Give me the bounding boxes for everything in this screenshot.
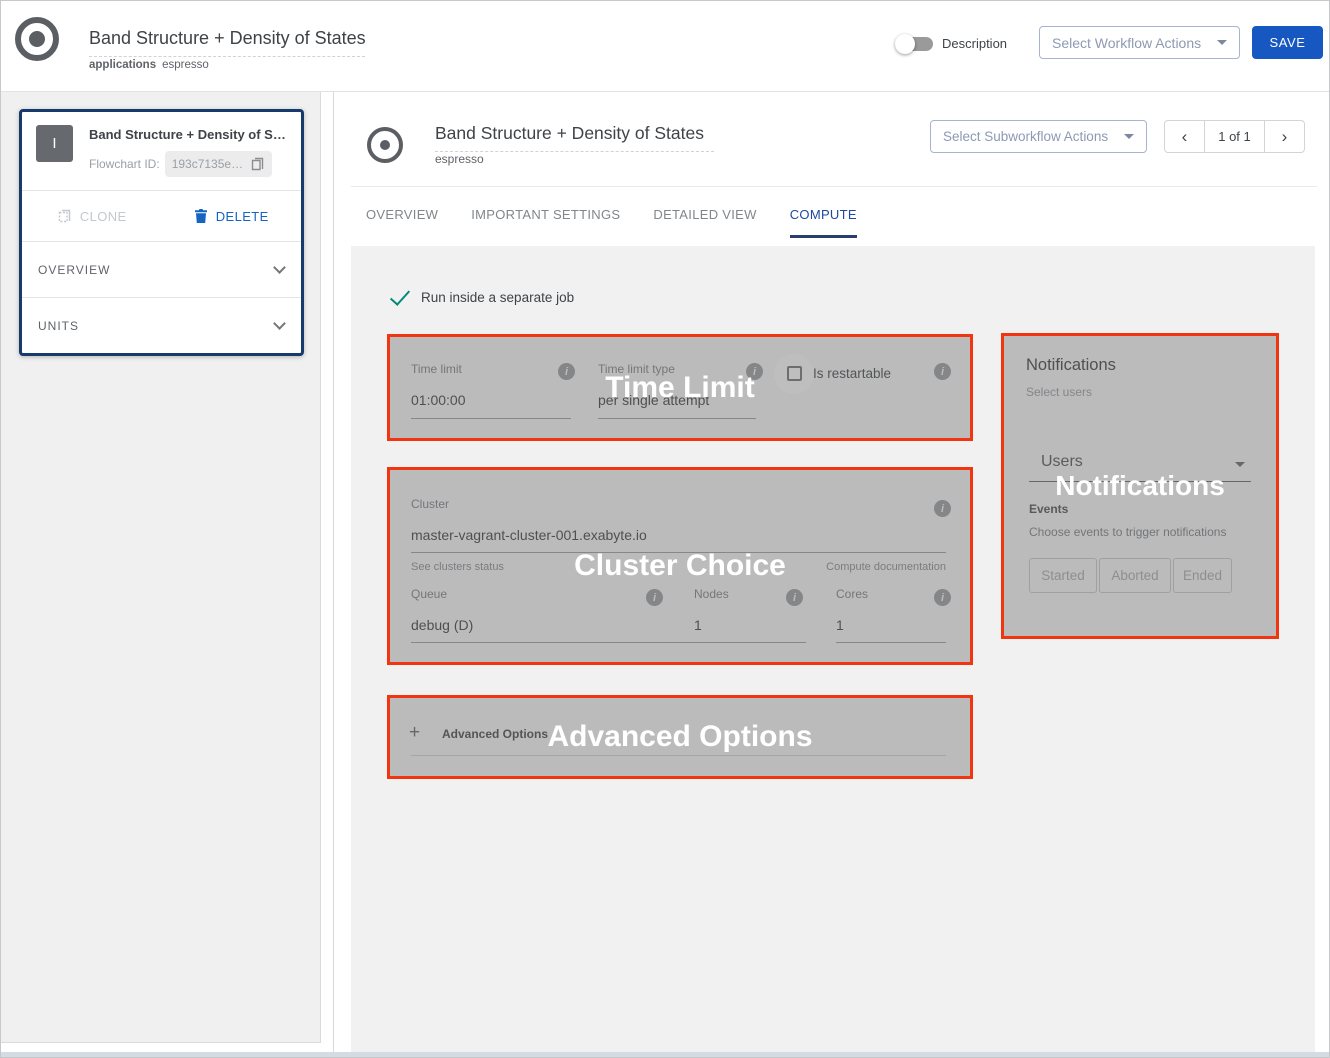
annotation-label: Notifications <box>1055 470 1225 502</box>
tab-detailed-view[interactable]: DETAILED VIEW <box>653 191 756 238</box>
subworkflow-tabs: OVERVIEW IMPORTANT SETTINGS DETAILED VIE… <box>366 191 857 238</box>
tab-important-settings[interactable]: IMPORTANT SETTINGS <box>471 191 620 238</box>
tab-overview[interactable]: OVERVIEW <box>366 191 438 238</box>
flowchart-id-chip[interactable]: 193c7135e… <box>165 151 272 177</box>
workflow-actions-label: Select Workflow Actions <box>1052 35 1201 51</box>
run-separate-job-label: Run inside a separate job <box>421 290 574 305</box>
unit-card-header: I Band Structure + Density of S… Flowcha… <box>22 112 301 190</box>
annotation-box-advanced-options: Advanced Options <box>387 695 973 779</box>
units-section-label: UNITS <box>38 319 79 333</box>
workflow-logo-icon <box>15 17 59 61</box>
flowchart-id-label: Flowchart ID: <box>89 157 160 171</box>
caret-down-icon <box>1217 40 1227 45</box>
subworkflow-pager: ‹ 1 of 1 › <box>1164 120 1305 153</box>
unit-title: Band Structure + Density of S… <box>89 127 286 142</box>
pager-prev-button[interactable]: ‹ <box>1164 120 1205 153</box>
annotation-box-notifications: Notifications <box>1001 333 1279 639</box>
delete-label: DELETE <box>216 209 269 224</box>
divider <box>351 186 1317 187</box>
flowchart-id-value: 193c7135e… <box>172 157 243 171</box>
unit-avatar: I <box>36 125 73 162</box>
selected-unit-card[interactable]: I Band Structure + Density of S… Flowcha… <box>19 109 304 356</box>
pager-label: 1 of 1 <box>1204 120 1265 153</box>
save-button[interactable]: SAVE <box>1252 26 1323 59</box>
annotation-label: Time Limit <box>605 371 754 405</box>
overview-section-label: OVERVIEW <box>38 263 110 277</box>
workflow-actions-select[interactable]: Select Workflow Actions <box>1039 26 1240 59</box>
caret-down-icon <box>1124 134 1134 139</box>
subworkflow-icon <box>367 127 403 163</box>
window-bottom-edge <box>1 1052 1330 1058</box>
annotation-box-cluster-choice: Cluster Choice <box>387 467 973 665</box>
delete-button[interactable]: DELETE <box>162 191 302 241</box>
annotation-box-time-limit: Time Limit <box>387 334 973 441</box>
sidebar-section-units[interactable]: UNITS <box>22 297 301 353</box>
tab-compute[interactable]: COMPUTE <box>790 191 857 238</box>
subworkflow-title[interactable]: Band Structure + Density of States <box>435 123 714 152</box>
subworkflow-application: espresso <box>435 152 484 166</box>
applications-label: applications <box>89 59 156 71</box>
chevron-down-icon <box>273 261 286 274</box>
sidebar-section-overview[interactable]: OVERVIEW <box>22 241 301 297</box>
checkmark-icon[interactable] <box>390 285 410 306</box>
annotation-label: Advanced Options <box>547 720 812 754</box>
clone-label: CLONE <box>80 209 127 224</box>
workflow-header: Band Structure + Density of States appli… <box>1 1 1330 92</box>
annotation-label: Cluster Choice <box>574 549 786 583</box>
clone-icon <box>57 208 72 224</box>
toggle-thumb <box>895 34 915 54</box>
copy-icon[interactable] <box>250 156 265 172</box>
pager-next-button[interactable]: › <box>1264 120 1305 153</box>
subworkflow-actions-label: Select Subworkflow Actions <box>943 129 1108 144</box>
subworkflow-actions-select[interactable]: Select Subworkflow Actions <box>930 120 1147 153</box>
app-window: Band Structure + Density of States appli… <box>0 0 1330 1058</box>
description-toggle-label: Description <box>942 36 1007 51</box>
clone-button[interactable]: CLONE <box>22 191 162 241</box>
workflow-title[interactable]: Band Structure + Density of States <box>89 28 365 57</box>
flowchart-canvas[interactable]: I Band Structure + Density of S… Flowcha… <box>1 92 321 1043</box>
application-name: espresso <box>162 59 209 71</box>
chevron-down-icon <box>273 317 286 330</box>
flowchart-sidebar: I Band Structure + Density of S… Flowcha… <box>1 92 334 1058</box>
trash-icon <box>194 208 208 224</box>
workflow-subtitle: applications espresso <box>89 59 209 71</box>
unit-card-actions: CLONE DELETE <box>22 190 301 241</box>
description-toggle[interactable] <box>897 37 933 51</box>
